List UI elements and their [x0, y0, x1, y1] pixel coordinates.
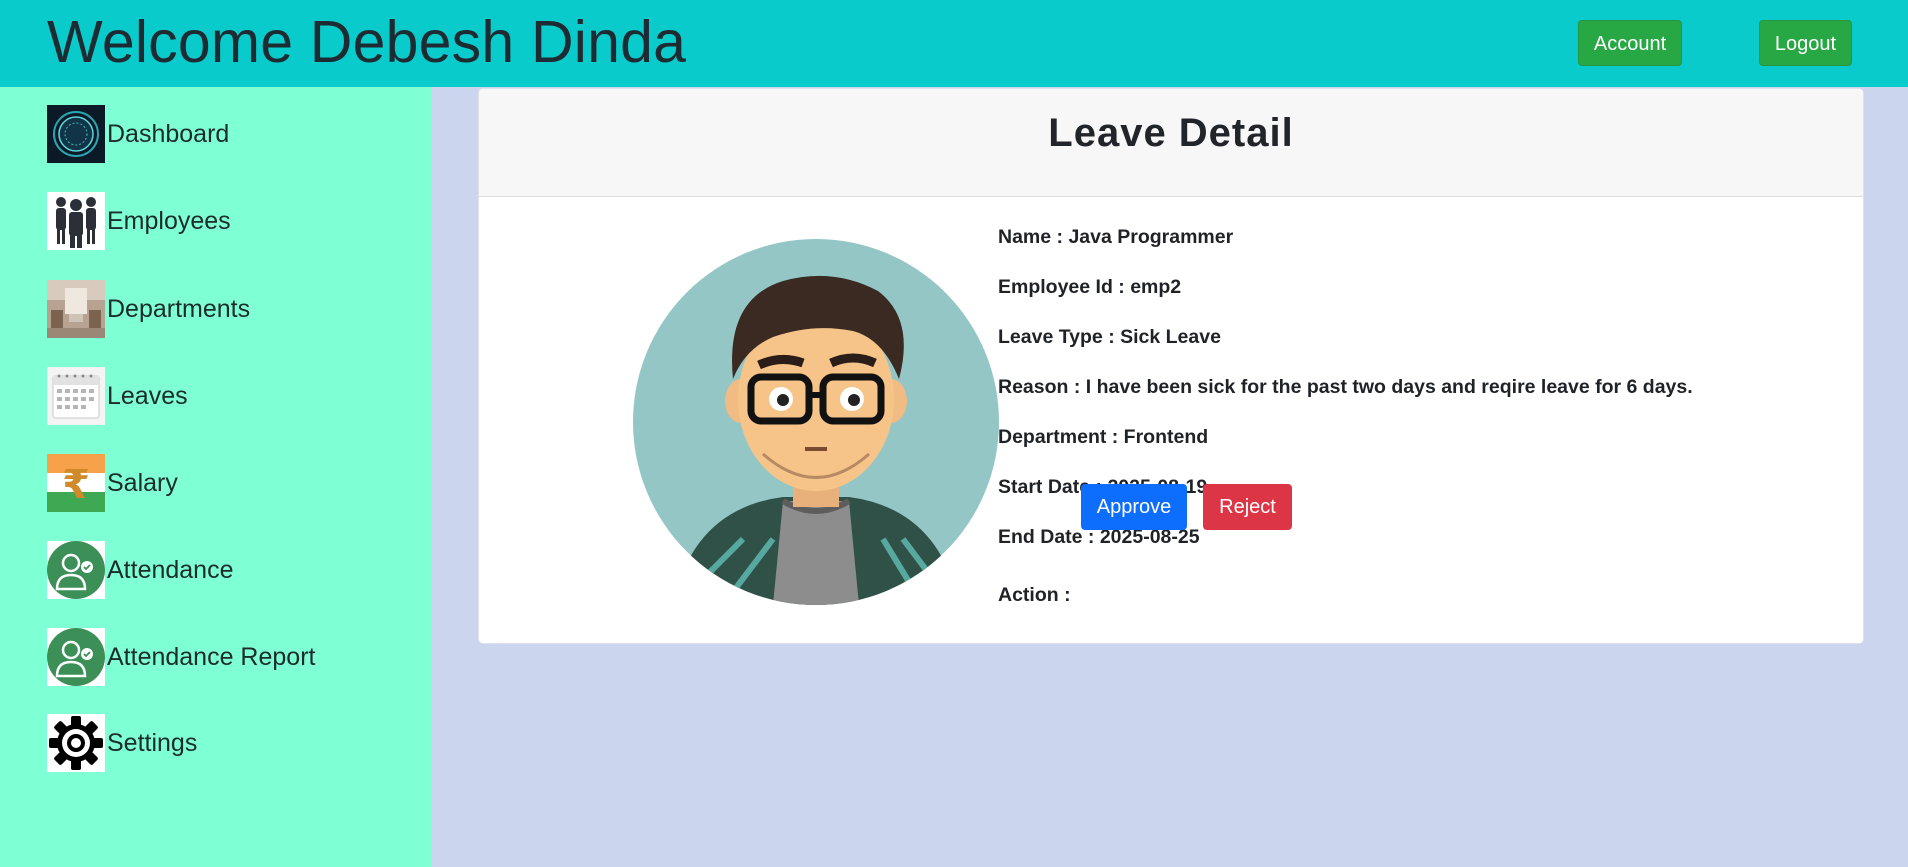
- sidebar-item-label: Settings: [107, 728, 198, 757]
- attendance-report-icon: [47, 628, 105, 686]
- sidebar-item-label: Salary: [107, 468, 178, 497]
- name-field: Name : Java Programmer: [998, 226, 1234, 248]
- rupee-icon: ₹: [47, 454, 105, 512]
- sidebar-item-label: Dashboard: [107, 119, 230, 148]
- page-title: Leave Detail: [1048, 111, 1294, 155]
- sidebar-item-label: Attendance: [107, 555, 234, 584]
- sidebar-item-label: Departments: [107, 294, 251, 323]
- leave-detail-card: Leave Detail Name: Java Programmer Empl…: [478, 88, 1864, 644]
- action-label: Action :: [998, 584, 1071, 606]
- card-header: Leave Detail: [479, 89, 1863, 197]
- sidebar: Dashboard Employees Departments Leaves ₹…: [0, 87, 432, 867]
- sidebar-item-settings[interactable]: Settings: [47, 714, 197, 772]
- svg-text:₹: ₹: [62, 462, 90, 508]
- sidebar-item-attendance[interactable]: Attendance: [47, 541, 234, 599]
- employee-avatar: [633, 239, 999, 605]
- sidebar-item-label: Employees: [107, 206, 231, 235]
- sidebar-item-dashboard[interactable]: Dashboard: [47, 105, 229, 163]
- reason-field: Reason : I have been sick for the past t…: [998, 376, 1693, 398]
- logout-button[interactable]: Logout: [1759, 20, 1852, 66]
- approve-button[interactable]: Approve: [1081, 484, 1187, 530]
- sidebar-item-label: Attendance Report: [107, 642, 316, 671]
- employees-icon: [47, 192, 105, 250]
- departments-icon: [47, 280, 105, 338]
- employee-id-field: Employee Id : emp2: [998, 276, 1182, 298]
- sidebar-item-label: Leaves: [107, 381, 188, 410]
- top-bar: Welcome Debesh Dinda Account Logout: [0, 0, 1908, 87]
- dashboard-icon: [47, 105, 105, 163]
- sidebar-item-salary[interactable]: ₹ Salary: [47, 454, 178, 512]
- sidebar-item-departments[interactable]: Departments: [47, 280, 250, 338]
- leave-type-field: Leave Type : Sick Leave: [998, 326, 1221, 348]
- calendar-icon: [47, 367, 105, 425]
- gear-icon: [47, 714, 105, 772]
- department-field: Department : Frontend: [998, 426, 1209, 448]
- attendance-icon: [47, 541, 105, 599]
- sidebar-item-attendance-report[interactable]: Attendance Report: [47, 628, 315, 686]
- welcome-title: Welcome Debesh Dinda: [47, 9, 687, 75]
- sidebar-item-leaves[interactable]: Leaves: [47, 367, 188, 425]
- sidebar-item-employees[interactable]: Employees: [47, 192, 231, 250]
- reject-button[interactable]: Reject: [1203, 484, 1292, 530]
- account-button[interactable]: Account: [1578, 20, 1682, 66]
